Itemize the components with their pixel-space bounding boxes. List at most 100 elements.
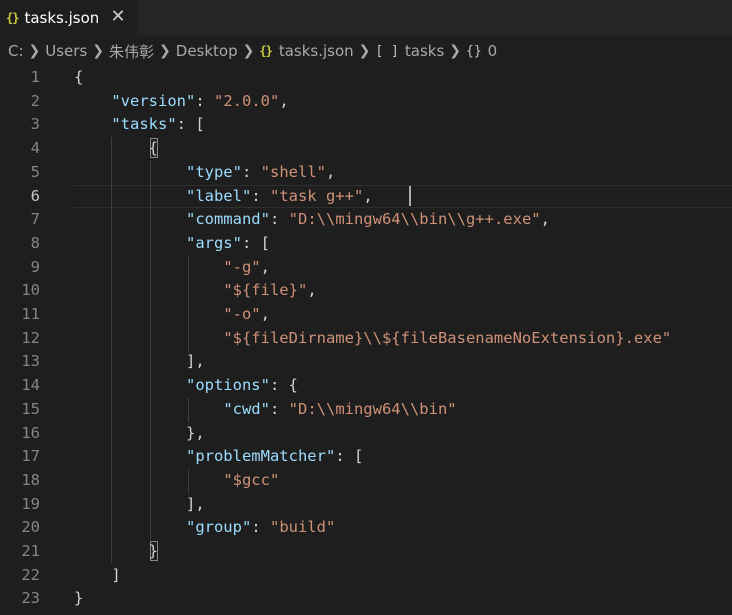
code-line[interactable]: 17 "problemMatcher": [ [0, 445, 732, 469]
code-line[interactable]: 20 "group": "build" [0, 516, 732, 540]
code-line[interactable]: 4 { [0, 137, 732, 161]
code-line[interactable]: 8 "args": [ [0, 232, 732, 256]
close-icon[interactable]: ✕ [108, 6, 128, 28]
json-punctuation: : [251, 186, 270, 205]
line-number: 1 [30, 68, 40, 86]
json-punctuation: , [260, 257, 270, 276]
line-number: 16 [21, 423, 40, 442]
line-number: 7 [30, 210, 40, 229]
code-line[interactable]: 13 ], [0, 350, 732, 374]
array-symbol-icon: [ ] [375, 43, 399, 59]
json-punctuation [74, 234, 186, 252]
code-text: ], [74, 493, 205, 517]
json-key: "tasks" [111, 115, 177, 134]
code-text: "tasks": [ [74, 113, 204, 137]
json-punctuation [74, 518, 186, 536]
code-line[interactable]: 11 "-o", [0, 303, 732, 327]
json-punctuation: , [325, 162, 336, 181]
code-text: "-g", [74, 256, 270, 280]
code-text: "args": [ [74, 232, 270, 256]
code-line[interactable]: 12 "${fileDirname}\\${fileBasenameNoExte… [0, 327, 732, 351]
breadcrumb-item-tasks[interactable]: tasks [405, 42, 444, 60]
code-line[interactable]: 5 "type": "shell", [0, 161, 732, 185]
line-number: 22 [21, 565, 40, 584]
code-text: ], [74, 350, 205, 374]
line-number: 9 [30, 257, 40, 276]
breadcrumb-item-user[interactable]: 朱伟彰 [109, 41, 154, 62]
chevron-right-icon: ❯ [242, 43, 255, 59]
code-line[interactable]: 16 }, [0, 422, 732, 446]
code-text: } [74, 540, 158, 564]
code-text: "problemMatcher": [ [74, 445, 363, 469]
json-punctuation: , [260, 305, 270, 323]
code-editor[interactable]: 1{2 "version": "2.0.0", 3 "tasks": [4 {5 … [0, 66, 732, 615]
chevron-right-icon: ❯ [28, 43, 41, 59]
code-line[interactable]: 19 ], [0, 493, 732, 517]
code-text: { [74, 137, 158, 161]
json-key: "group" [185, 518, 252, 537]
json-punctuation: , [307, 281, 317, 300]
line-number: 12 [21, 328, 40, 347]
code-line[interactable]: 10 "${file}", [0, 279, 732, 303]
json-string: "task g++" [269, 186, 364, 205]
json-punctuation: : [ [241, 233, 270, 252]
tab-bar: {} tasks.json ✕ [0, 0, 732, 36]
breadcrumb-item-users[interactable]: Users [45, 42, 87, 60]
json-string: "${file}" [223, 281, 308, 300]
json-string: "build" [269, 518, 336, 537]
breadcrumb-item-desktop[interactable]: Desktop [176, 42, 238, 60]
json-punctuation: { [74, 68, 84, 86]
json-punctuation: : [ [335, 447, 364, 466]
code-line[interactable]: 1{ [0, 66, 732, 90]
object-symbol-icon: {} [466, 43, 482, 59]
breadcrumb-item-drive[interactable]: C: [8, 42, 24, 60]
json-key: "label" [185, 186, 252, 205]
code-line[interactable]: 3 "tasks": [ [0, 113, 732, 137]
code-line[interactable]: 2 "version": "2.0.0", [0, 90, 732, 114]
line-number: 14 [21, 376, 40, 395]
code-line[interactable]: 21 } [0, 540, 732, 564]
line-number: 21 [21, 542, 40, 560]
line-number: 18 [21, 470, 40, 489]
code-text: ] [74, 564, 120, 588]
line-number: 17 [21, 447, 40, 466]
json-punctuation [74, 329, 223, 347]
code-text: }, [74, 422, 205, 446]
code-line[interactable]: 18 "$gcc" [0, 469, 732, 493]
line-number: 2 [30, 91, 40, 110]
breadcrumb-item-file[interactable]: tasks.json [279, 42, 354, 60]
json-punctuation: : [269, 210, 289, 229]
code-line[interactable]: 15 "cwd": "D:\\mingw64\\bin" [0, 398, 732, 422]
code-text: "${fileDirname}\\${fileBasenameNoExtensi… [74, 327, 671, 351]
line-number: 15 [21, 399, 40, 418]
json-punctuation: : [251, 518, 270, 537]
json-punctuation [74, 187, 186, 205]
code-text: "options": { [74, 374, 298, 398]
code-text: "command": "D:\\mingw64\\bin\\g++.exe", [74, 208, 550, 232]
json-punctuation: : [269, 399, 289, 418]
json-punctuation [74, 376, 186, 394]
code-text: } [74, 587, 83, 611]
chevron-right-icon: ❯ [358, 43, 371, 59]
code-line[interactable]: 6 "label": "task g++", [0, 185, 732, 209]
code-line[interactable]: 14 "options": { [0, 374, 732, 398]
line-number: 5 [30, 162, 40, 181]
json-punctuation: : [195, 91, 214, 110]
chevron-right-icon: ❯ [449, 43, 461, 59]
tab-tasks-json[interactable]: {} tasks.json ✕ [0, 0, 137, 36]
tab-label: tasks.json [24, 9, 100, 27]
json-string: "D:\\mingw64\\bin\\g++.exe" [288, 210, 541, 229]
code-line[interactable]: 23} [0, 587, 732, 611]
code-line[interactable]: 22 ] [0, 564, 732, 588]
json-punctuation [74, 447, 186, 465]
code-text: "$gcc" [74, 469, 279, 493]
line-number: 10 [21, 281, 40, 300]
json-punctuation: }, [74, 423, 205, 442]
json-punctuation: : [241, 162, 261, 181]
json-key: "type" [185, 162, 242, 181]
code-text: "type": "shell", [74, 161, 335, 185]
code-line[interactable]: 9 "-g", [0, 256, 732, 280]
breadcrumb-item-object[interactable]: 0 [488, 42, 498, 60]
code-text: "label": "task g++", [74, 185, 373, 209]
code-line[interactable]: 7 "command": "D:\\mingw64\\bin\\g++.exe"… [0, 208, 732, 232]
